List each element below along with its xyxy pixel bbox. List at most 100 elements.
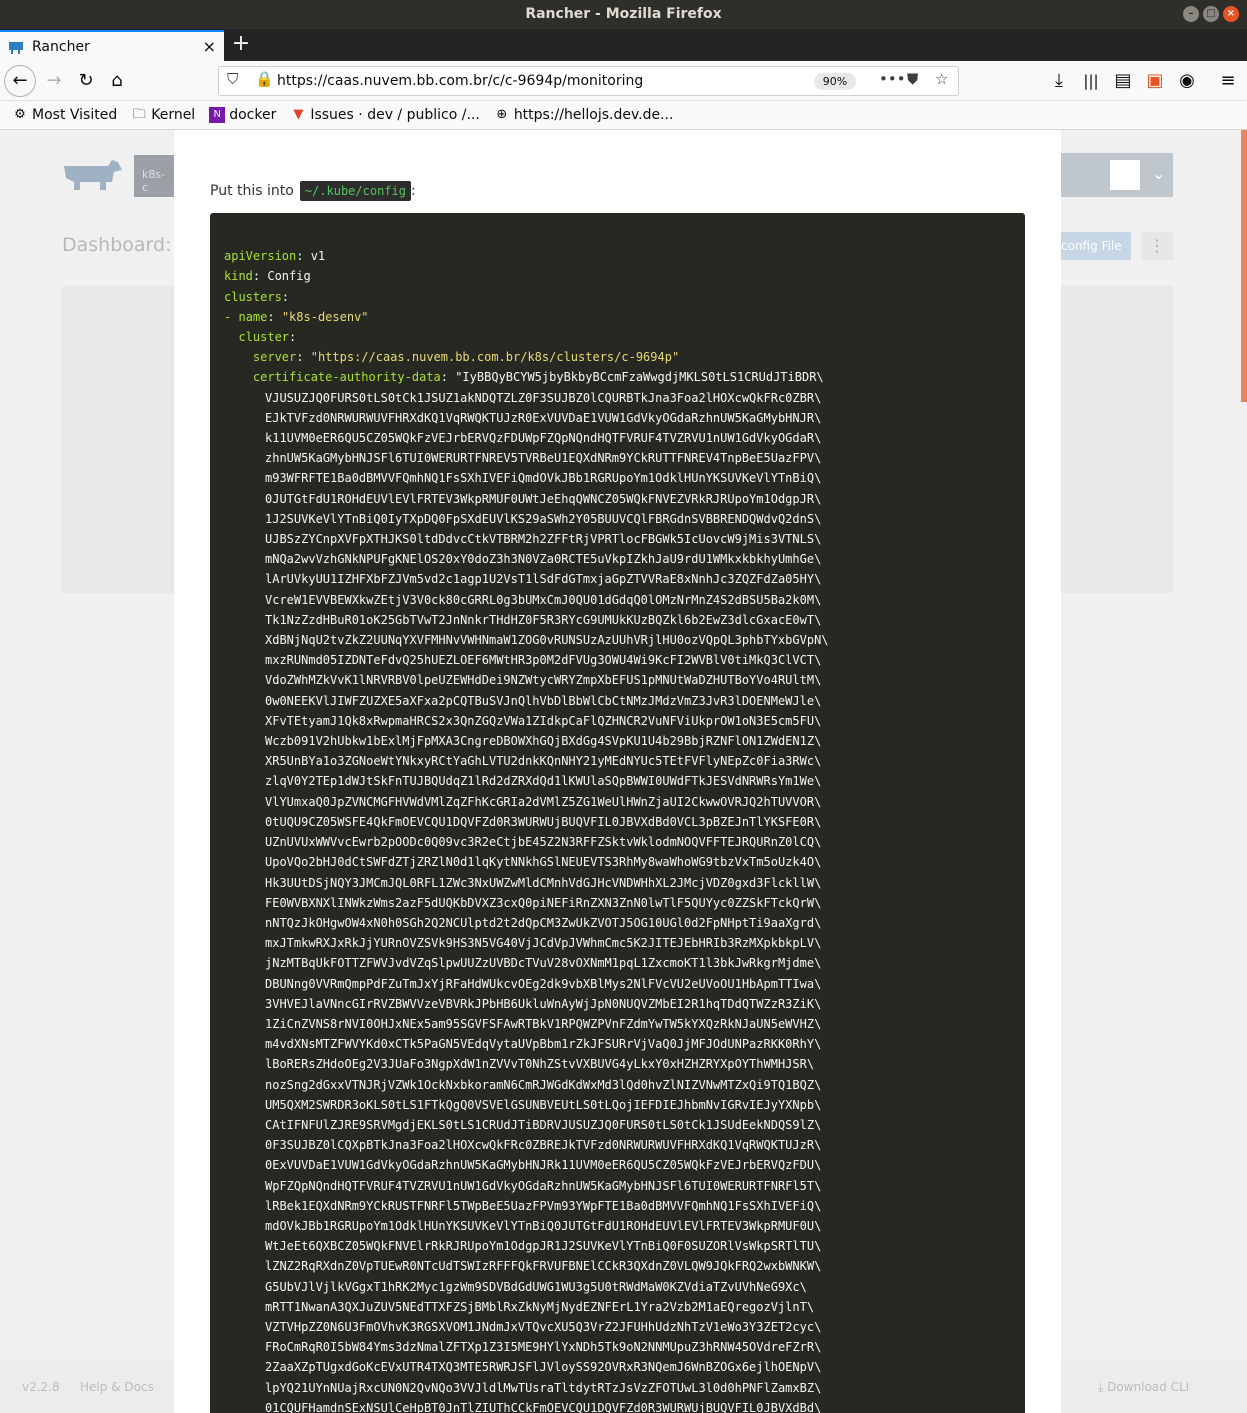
certificate-data-line: lBoRERsZHdoOEg2V3JUaFo3NgpXdW1nZVVvT0NhZ… (265, 1057, 815, 1072)
intro-colon: : (410, 183, 416, 199)
certificate-data-line: VZTVHpZZ0N6U3FmOVhvK3RGSXVOM1JNdmJxVTQvc… (265, 1319, 822, 1334)
yaml-line: apiVersion: v1 (224, 249, 326, 264)
tab-rancher[interactable]: Rancher × (0, 30, 224, 61)
bookmark-most-visited[interactable]: ⚙ Most Visited (12, 107, 117, 123)
yaml-line: clusters: (224, 289, 290, 304)
minimize-icon[interactable]: – (1183, 6, 1199, 22)
downloads-icon[interactable]: ⤓ (1045, 67, 1073, 95)
certificate-data-line: mxzRUNmd05IZDNTeFdvQ25hUEZLOEF6MWtHR3p0M… (265, 653, 822, 668)
certificate-data-line: XR5UnBYa1o3ZGNoeWtYNkxyRCtYaGhLVTU2dnkKQ… (265, 754, 822, 769)
chevron-down-icon: ⌄ (1152, 164, 1166, 183)
new-tab-button[interactable]: + (230, 31, 252, 56)
close-tab-icon[interactable]: × (203, 37, 216, 56)
certificate-data-block: VJUSUZJQ0FURS0tLS0tCk1JSUZ1akNDQTZLZ0F3S… (224, 388, 1011, 1413)
tab-title: Rancher (32, 38, 90, 55)
footer-download-cli[interactable]: ⤓ Download CLI (1098, 1380, 1189, 1395)
bookmark-docker[interactable]: Ndocker (209, 107, 276, 123)
certificate-data-line: 1ZiCnZVNS8rNVI0OHJxNEx5am95SGVFSFAwRTBkV… (265, 1016, 822, 1031)
certificate-data-line: jNzMTBqUkFOTTZFWVJvdVZqSlpwUUZzUVBDcTVuV… (265, 956, 822, 971)
more-options-button[interactable]: ⋮ (1141, 232, 1173, 260)
avatar (1110, 160, 1140, 190)
zoom-level[interactable]: 90% (814, 73, 856, 90)
certificate-data-line: XFvTEtyamJ1Qk8xRwpmaHRCS2x3QnZGQzVWa1ZId… (265, 713, 822, 728)
certificate-data-line: FE0WVBXNXlINWkzWms2azF5dUQKbDVXZ3cxQ0piN… (265, 895, 822, 910)
certificate-data-line: 0w0NEEKVlJIWFZUZXE5aXFxa2pCQTBuSVJnQlhVb… (265, 693, 822, 708)
certificate-data-line: XdBNjNqU2tvZkZ2UUNqYXVFMHNvVWHNmaW1ZOG0v… (265, 633, 829, 648)
maximize-icon[interactable]: □ (1203, 6, 1219, 22)
certificate-data-line: Tk1NzZzdHBuR01oK25GbTVwT2JnNnkrTHdHZ0F5R… (265, 612, 822, 627)
rancher-logo-icon (64, 160, 122, 190)
certificate-data-line: Wczb091V2hUbkw1bExlMjFpMXA3CngreDBOWXhGQ… (265, 734, 822, 749)
scrollbar[interactable] (1241, 130, 1247, 402)
folder-icon: 🗀 (132, 107, 146, 122)
certificate-data-line: EJkTVFzd0NRWURWUVFHRXdKQ1VqRWQKTUJzR0ExV… (265, 410, 822, 425)
certificate-data-line: 0JUTGtFdU1ROHdEUVlEVlFRTEV3WkpRMUF0UWtJe… (265, 491, 822, 506)
library-icon[interactable]: ||| (1077, 67, 1105, 95)
window-titlebar: Rancher - Mozilla Firefox – □ × (0, 0, 1247, 29)
lock-icon[interactable]: 🔒 (255, 70, 274, 88)
certificate-data-line: UZnUVUxWWVvcEwrb2pOODc0Q09vc3R2eCtjbE45Z… (265, 835, 822, 850)
extension-icon[interactable]: ▣ (1141, 67, 1169, 95)
certificate-data-line: m93WFRFTE1Ba0dBMVVFQmhNQ1FsSXhIVEFiQmdOV… (265, 471, 822, 486)
kubeconfig-code-block[interactable]: apiVersion: v1 kind: Config clusters: - nam… (210, 213, 1025, 1413)
user-menu[interactable]: ⌄ (1058, 153, 1173, 197)
certificate-data-line: WpFZQpNQndHQTFVRUF4TVZRVU1nUW1GdVkyOGdaR… (265, 1178, 822, 1193)
page-content: k8s-c ⌄ Dashboard: k config File ⋮ v2.2.… (0, 130, 1247, 1413)
gitlab-icon: ▼ (293, 107, 304, 122)
certificate-data-line: mxJTmkwRXJxRkJjYURnOVZSVk9HS3N5VG40VjJCd… (265, 936, 822, 951)
certificate-data-line: 3VHVEJlaVNncGIrRVZBWVVzeVBVRkJPbHB6UkluW… (265, 996, 822, 1011)
certificate-data-line: VlYUmxaQ0JpZVNCMGFHVWdVMlZqZFhKcGRIa2dVM… (265, 794, 822, 809)
tab-bar: Rancher × + (0, 29, 1247, 61)
certificate-data-line: 0F3SUJBZ0lCQXpBTkJna3Foa2lHOXcwQkFRc0ZBR… (265, 1138, 822, 1153)
certificate-data-line: UpoVQo2bHJ0dCtSWFdZTjZRZlN0d1lqKytNNkhGS… (265, 855, 822, 870)
footer-help-link[interactable]: Help & Docs (80, 1380, 154, 1394)
yaml-line: cluster: (238, 330, 297, 345)
forward-button[interactable]: → (40, 67, 68, 95)
pocket-icon[interactable]: ⛊ (907, 70, 918, 88)
certificate-data-line: nNTQzJkOHgwOW4xN0h0SGh2Q2NCUlptd2t2dQpCM… (265, 915, 822, 930)
reload-button[interactable]: ↻ (72, 67, 100, 95)
certificate-data-line: mdOVkJBb1RGRUpoYm1OdklHUnYKSUVKeVlYTnBiQ… (265, 1218, 822, 1233)
certificate-data-line: lRBek1EQXdNRm9YCkRUSTFNRFl5TWpBeE5UazFPV… (265, 1198, 822, 1213)
url-text[interactable]: https://caas.nuvem.bb.com.br/c/c-9694p/m… (277, 73, 643, 89)
rancher-favicon-icon (9, 41, 23, 54)
globe-icon: ⊕ (496, 107, 508, 122)
bookmark-kernel[interactable]: 🗀 Kernel (131, 107, 196, 123)
shield-icon[interactable]: ⛉ (227, 70, 238, 88)
window-title: Rancher - Mozilla Firefox (525, 6, 722, 22)
certificate-data-line: zlqV0Y2TEp1dWJtSkFnTUJBQUdqZ1lRd2dZRXdQd… (265, 774, 822, 789)
yaml-line: kind: Config (224, 269, 311, 284)
certificate-data-line: DBUNng0VVRmQmpPdFZuTmJxYjRFaHdWUkcvOEg2d… (265, 976, 822, 991)
more-actions-icon[interactable]: ••• (879, 70, 906, 88)
cluster-selector[interactable]: k8s-c (134, 155, 176, 197)
certificate-data-line: VcreW1EVVBEWXkwZEtjV3V0ck80cGRRL0g3bUMxC… (265, 592, 822, 607)
certificate-data-line: nozSng2dGxxVTNJRjVZWk1OckNxbkoramN6CmRJW… (265, 1077, 822, 1092)
gear-icon: ⚙ (14, 107, 26, 122)
onenote-icon: N (209, 107, 226, 123)
certificate-data-line: lZNZ2RqRXdnZ0VpTUEwR0NTcUdTSWIzRFFFQkFRV… (265, 1259, 822, 1274)
certificate-data-line: G5UbVJlVjlkVGgxT1hRK2Myc1gzWm9SDVBdGdUWG… (265, 1279, 807, 1294)
home-button[interactable]: ⌂ (103, 67, 131, 95)
sidebar-icon[interactable]: ▤ (1109, 67, 1137, 95)
certificate-data-line: 2ZaaXZpTUgxdGoKcEVxUTR4TXQ3MTE5RWRJSFlJV… (265, 1360, 822, 1375)
certificate-data-line: Hk3UUtDSjNQY3JMCmJQL0RFL1ZWc3NxUWZwMldCM… (265, 875, 822, 890)
certificate-data-line: 0ExVUVDaE1VUW1GdVkyOGdaRzhnUW5KaGMybHNJR… (265, 1158, 822, 1173)
close-window-icon[interactable]: × (1223, 6, 1239, 22)
bookmark-star-icon[interactable]: ☆ (935, 70, 948, 88)
kubeconfig-button[interactable]: config File (1055, 232, 1131, 260)
certificate-data-line: zhnUW5KaGMybHNJSFl6TUI0WERURTFNREV5TVRBe… (265, 451, 822, 466)
account-icon[interactable]: ◉ (1173, 67, 1201, 95)
certificate-data-line: 01CQUFHamdnSExNSUlCeHpBT0JnTlZIUThCCkFmO… (265, 1400, 822, 1413)
modal-intro: Put this into ~/.kube/config : (210, 181, 416, 201)
certificate-data-line: WtJeEt6QXBCZ05WQkFNVElrRkRJRUpoYm1OdgpJR… (265, 1239, 822, 1254)
url-bar[interactable]: ⛉ 🔒 https://caas.nuvem.bb.com.br/c/c-969… (218, 66, 959, 96)
bookmark-hellojs[interactable]: ⊕ https://hellojs.dev.de... (494, 107, 673, 123)
back-button[interactable]: ← (4, 65, 36, 97)
certificate-data-line: mNQa2wvVzhGNkNPUFgKNElOS20xY0doZ3h3N0VZa… (265, 552, 822, 567)
menu-icon[interactable]: ≡ (1214, 67, 1242, 95)
bookmark-issues[interactable]: ▼ Issues · dev / publico /... (290, 107, 479, 123)
footer-version: v2.2.8 (22, 1380, 60, 1394)
yaml-line: server: "https://caas.nuvem.bb.com.br/k8… (252, 350, 680, 365)
certificate-data-line: k11UVM0eER6QU5CZ05WQkFzVEJrbERVQzFDUWpFZ… (265, 431, 822, 446)
certificate-data-line: lpYQ21UYnNUajRxcUN0N2QvNQo3VVJldlMwTUsra… (265, 1380, 822, 1395)
